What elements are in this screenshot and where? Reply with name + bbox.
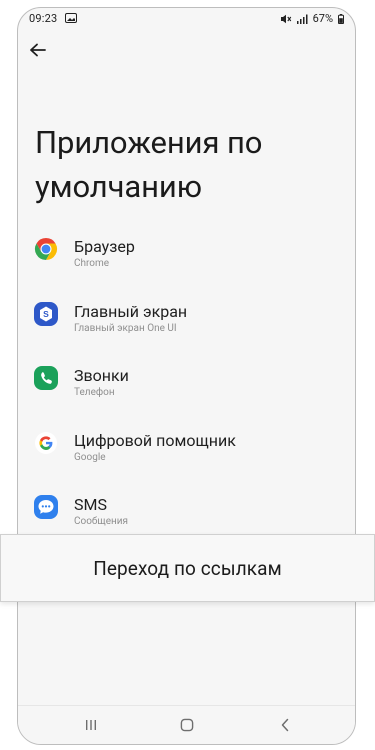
- home-icon: [180, 718, 194, 732]
- app-title: Цифровой помощник: [74, 430, 236, 450]
- app-subtitle: Сообщения: [74, 516, 129, 527]
- app-subtitle: Главный экран One UI: [74, 322, 177, 334]
- back-icon: [281, 718, 289, 732]
- photo-icon: [65, 13, 77, 23]
- mute-icon: [280, 14, 291, 23]
- navigation-bar: [18, 705, 355, 744]
- link-opening-label: Переход по ссылкам: [93, 556, 282, 580]
- recent-apps-icon: [86, 720, 96, 730]
- page-title: Приложения по умолчанию: [35, 124, 263, 205]
- status-right: 67%: [280, 12, 344, 25]
- status-bar: 09:23 67%: [18, 8, 355, 30]
- system-back-button[interactable]: [275, 717, 295, 733]
- arrow-left-icon: [29, 43, 46, 57]
- recent-apps-button[interactable]: [81, 717, 101, 733]
- calls-item[interactable]: Звонки Телефон: [18, 356, 355, 421]
- app-title: SMS: [74, 495, 107, 514]
- home-screen-item[interactable]: S Главный экран Главный экран One UI: [18, 292, 355, 357]
- svg-text:S: S: [43, 309, 49, 319]
- messages-icon: [34, 495, 58, 519]
- default-apps-list: Браузер Chrome S Главный экран Главный э…: [18, 227, 355, 550]
- phone-icon: [34, 366, 58, 390]
- link-opening-item[interactable]: Переход по ссылкам: [0, 534, 375, 602]
- signal-icon: [296, 14, 308, 24]
- phone-screen: 09:23 67% Приложения по умолчанию Браузе…: [17, 7, 356, 745]
- app-subtitle: Chrome: [74, 258, 110, 269]
- app-title: Браузер: [74, 237, 135, 256]
- app-title: Главный экран: [74, 301, 188, 321]
- browser-item[interactable]: Браузер Chrome: [18, 227, 355, 292]
- app-subtitle: Google: [74, 451, 106, 463]
- one-ui-home-icon: S: [34, 301, 58, 326]
- battery-icon: [338, 13, 344, 24]
- back-button[interactable]: [28, 42, 46, 58]
- home-button[interactable]: [177, 717, 197, 733]
- app-subtitle: Телефон: [74, 387, 115, 398]
- app-title: Звонки: [74, 366, 129, 385]
- battery-percent: 67%: [312, 12, 333, 25]
- google-icon: [35, 431, 57, 454]
- status-time: 09:23: [29, 12, 58, 25]
- chrome-icon: [34, 238, 58, 260]
- digital-assistant-item[interactable]: Цифровой помощник Google: [18, 421, 355, 486]
